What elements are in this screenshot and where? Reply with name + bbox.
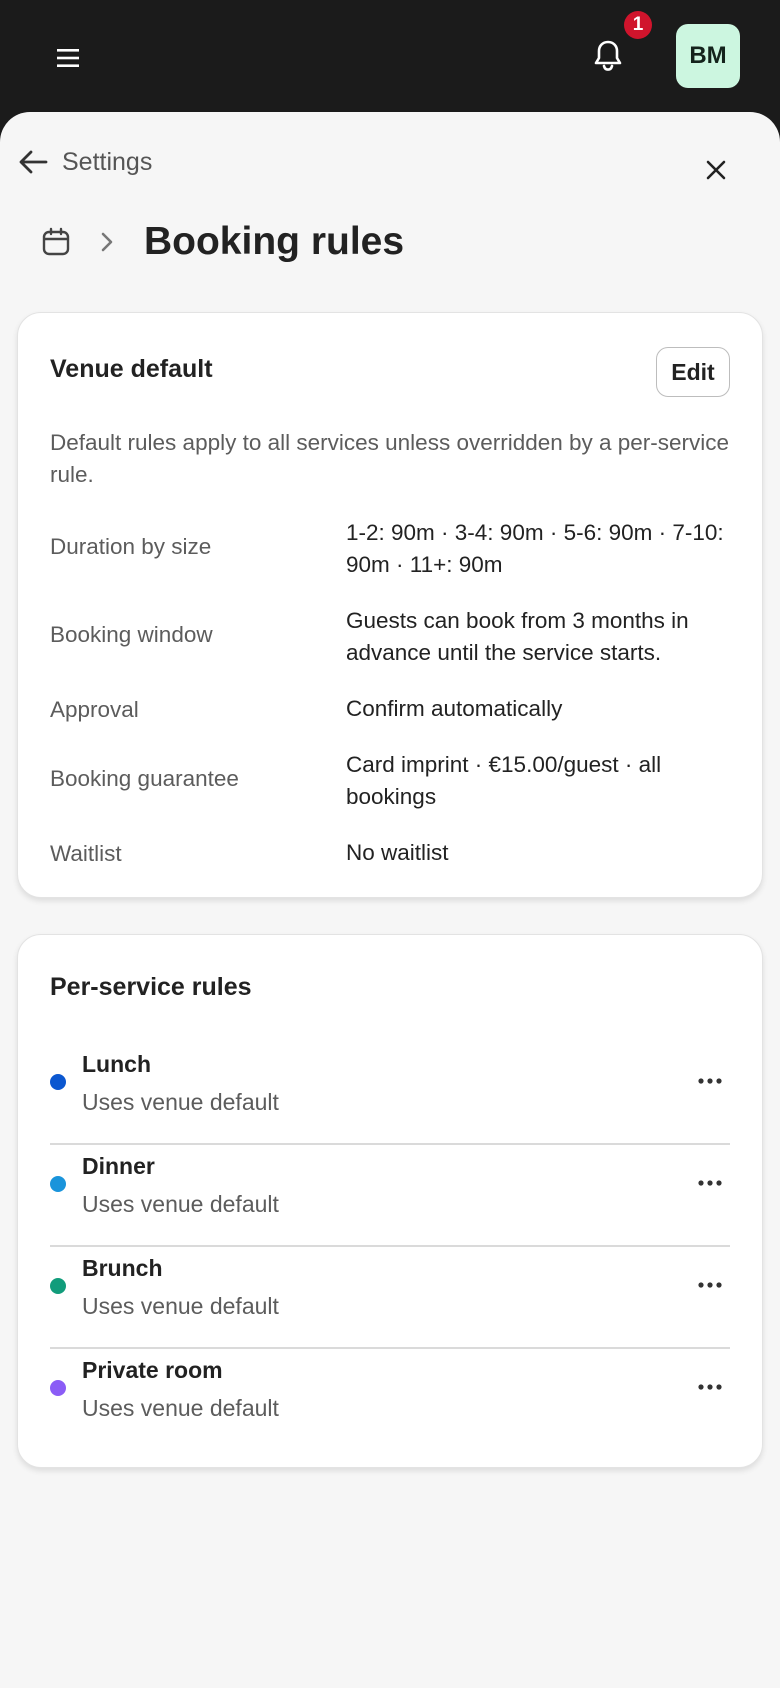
per-service-rules-card: Per-service rules Lunch Uses venue defau… bbox=[17, 934, 763, 1468]
close-button[interactable] bbox=[698, 152, 734, 188]
more-options-button[interactable] bbox=[688, 1365, 732, 1409]
rule-label: Duration by size bbox=[50, 534, 212, 559]
service-color-dot bbox=[50, 1380, 66, 1396]
close-icon bbox=[706, 160, 726, 180]
rule-value: Confirm automatically bbox=[346, 696, 563, 721]
settings-sheet: Settings Booking rules Venue default Edi… bbox=[0, 112, 780, 1688]
service-status: Uses venue default bbox=[82, 1395, 279, 1421]
notifications-button[interactable] bbox=[588, 36, 628, 76]
menu-button[interactable] bbox=[50, 40, 86, 76]
user-avatar[interactable]: BM bbox=[676, 24, 740, 88]
venue-default-card: Venue default Edit Default rules apply t… bbox=[17, 312, 763, 898]
service-name: Lunch bbox=[82, 1051, 151, 1077]
more-horizontal-icon bbox=[698, 1384, 722, 1390]
service-color-dot bbox=[50, 1176, 66, 1192]
more-options-button[interactable] bbox=[688, 1263, 732, 1307]
rule-value: 1-2: 90m · 3-4: 90m · 5-6: 90m · 7-10: 9… bbox=[346, 520, 724, 577]
page-title: Booking rules bbox=[144, 220, 405, 263]
service-status: Uses venue default bbox=[82, 1293, 279, 1319]
arrow-left-icon bbox=[19, 150, 48, 174]
hamburger-menu-icon bbox=[57, 49, 79, 67]
service-status: Uses venue default bbox=[82, 1191, 279, 1217]
chevron-right-icon bbox=[101, 232, 113, 252]
top-bar: 1 BM bbox=[0, 0, 780, 112]
service-color-dot bbox=[50, 1074, 66, 1090]
rule-label: Approval bbox=[50, 697, 139, 722]
service-name: Private room bbox=[82, 1357, 223, 1383]
service-item-lunch[interactable]: Lunch Uses venue default bbox=[50, 1041, 730, 1143]
notification-count-badge: 1 bbox=[624, 11, 652, 39]
rule-label: Booking guarantee bbox=[50, 766, 239, 791]
service-item-brunch[interactable]: Brunch Uses venue default bbox=[50, 1245, 730, 1347]
more-options-button[interactable] bbox=[688, 1161, 732, 1205]
rule-label: Waitlist bbox=[50, 841, 122, 866]
back-label: Settings bbox=[62, 147, 153, 176]
rule-label: Booking window bbox=[50, 622, 213, 647]
more-horizontal-icon bbox=[698, 1078, 722, 1084]
edit-button[interactable]: Edit bbox=[656, 347, 730, 397]
service-status: Uses venue default bbox=[82, 1089, 279, 1115]
service-item-dinner[interactable]: Dinner Uses venue default bbox=[50, 1143, 730, 1245]
rule-value: No waitlist bbox=[346, 840, 449, 865]
venue-default-description: Default rules apply to all services unle… bbox=[50, 430, 730, 487]
breadcrumb: Booking rules bbox=[40, 212, 404, 272]
calendar-icon bbox=[42, 227, 70, 256]
more-options-button[interactable] bbox=[688, 1059, 732, 1103]
more-horizontal-icon bbox=[698, 1180, 722, 1186]
back-to-settings-link[interactable]: Settings bbox=[18, 140, 152, 184]
rule-value: Card imprint · €15.00/guest · all bookin… bbox=[346, 752, 662, 809]
service-color-dot bbox=[50, 1278, 66, 1294]
rule-value: Guests can book from 3 months in advance… bbox=[346, 608, 689, 665]
more-horizontal-icon bbox=[698, 1282, 722, 1288]
bell-icon bbox=[594, 40, 622, 71]
service-name: Dinner bbox=[82, 1153, 155, 1179]
service-name: Brunch bbox=[82, 1255, 163, 1281]
venue-default-title: Venue default bbox=[50, 355, 213, 383]
per-service-rules-title: Per-service rules bbox=[50, 973, 252, 1001]
service-item-private-room[interactable]: Private room Uses venue default bbox=[50, 1347, 730, 1449]
